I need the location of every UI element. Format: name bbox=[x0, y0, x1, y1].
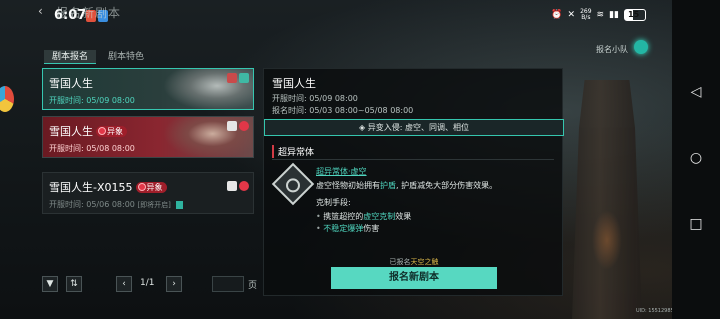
detail-signup-time: 报名时间: 05/03 08:00~05/08 08:00 bbox=[272, 106, 414, 115]
badge-icon bbox=[227, 181, 237, 191]
tab-script-features[interactable]: 剧本特色 bbox=[100, 50, 152, 64]
page-jump-input[interactable] bbox=[212, 276, 244, 292]
mutation-banner: ◈ 异变入侵: 虚空、同调、相位 bbox=[264, 119, 564, 136]
skill-name[interactable]: 超异常体·虚空 bbox=[316, 166, 367, 177]
badge-icon bbox=[227, 73, 237, 83]
signup-button[interactable]: 报名新剧本 bbox=[331, 267, 497, 289]
alarm-icon: ⏰ bbox=[551, 10, 563, 20]
tab-script-signup[interactable]: 剧本报名 bbox=[44, 50, 97, 64]
filter-icon[interactable]: ▼ bbox=[42, 276, 58, 292]
skill-description: 虚空怪物初始拥有护盾, 护盾减免大部分伤害效果。 bbox=[316, 181, 498, 190]
script-open-time: 开服时间: 05/06 08:00 [即将开启] bbox=[49, 199, 184, 210]
system-nav-bar: ◁ ○ □ bbox=[672, 0, 720, 319]
counter-item: 携篮超控的虚空克制效果 bbox=[316, 211, 411, 222]
battery-icon: 15 bbox=[624, 9, 646, 21]
script-detail-panel: 雪国人生 开服时间: 05/09 08:00 报名时间: 05/03 08:00… bbox=[263, 68, 564, 296]
uid-label: UID: 155129859 bbox=[636, 308, 677, 314]
card-badges bbox=[227, 121, 249, 131]
skill-void-icon bbox=[271, 162, 315, 206]
section-title: 超异常体 bbox=[272, 145, 314, 158]
page-unit: 页 bbox=[248, 281, 258, 291]
card-badges bbox=[227, 181, 249, 191]
card-badges bbox=[227, 73, 249, 83]
prev-page-icon[interactable]: ‹ bbox=[116, 276, 132, 292]
back-icon[interactable]: ‹ bbox=[38, 4, 52, 18]
sort-icon[interactable]: ⇅ bbox=[66, 276, 82, 292]
script-name: 雪国人生-X0155 异象 bbox=[49, 179, 167, 195]
signal-icon: ▮▮ bbox=[609, 10, 619, 20]
team-icon[interactable] bbox=[634, 40, 648, 54]
badge-icon bbox=[239, 73, 249, 83]
anomaly-tag: 异象 bbox=[135, 181, 167, 193]
mute-icon: ✕ bbox=[567, 10, 576, 20]
script-card[interactable]: 雪国人生 开服时间: 05/09 08:00 bbox=[42, 68, 254, 110]
system-recents-icon[interactable]: □ bbox=[688, 216, 704, 232]
signup-note: 已报名天空之触 bbox=[389, 258, 439, 266]
status-bar: 6:07 ‹ 报名新剧本 ⏰ ✕ 269 B/s ≋ ▮▮ 15 bbox=[0, 0, 670, 34]
page-title: 报名新剧本 bbox=[56, 6, 122, 20]
wifi-icon: ≋ bbox=[596, 10, 605, 20]
next-page-icon[interactable]: › bbox=[166, 276, 182, 292]
page-indicator: 1/1 bbox=[140, 278, 155, 288]
counter-item: 不稳定爆弹伤害 bbox=[316, 223, 379, 234]
script-card[interactable]: 雪国人生-X0155 异象 开服时间: 05/06 08:00 [即将开启] bbox=[42, 172, 254, 214]
background-tower bbox=[572, 80, 642, 319]
anomaly-icon bbox=[239, 121, 249, 131]
mutation-icon: ◈ bbox=[359, 123, 368, 132]
script-card[interactable]: 雪国人生 异象 开服时间: 05/08 08:00 bbox=[42, 116, 254, 158]
script-open-time: 开服时间: 05/09 08:00 bbox=[49, 96, 135, 105]
section-divider bbox=[272, 159, 554, 160]
lock-icon bbox=[176, 200, 184, 209]
network-speed: 269 B/s bbox=[580, 8, 592, 21]
counter-title: 克制手段: bbox=[316, 198, 351, 207]
anomaly-tag: 异象 bbox=[96, 125, 127, 137]
badge-icon bbox=[227, 121, 237, 131]
system-back-icon[interactable]: ◁ bbox=[688, 84, 704, 100]
team-label: 报名小队 bbox=[596, 45, 628, 54]
script-name: 雪国人生 异象 bbox=[49, 123, 127, 139]
tab-bar: 剧本报名 剧本特色 bbox=[44, 50, 152, 64]
system-indicators: ⏰ ✕ 269 B/s ≋ ▮▮ 15 bbox=[551, 9, 646, 21]
script-open-time: 开服时间: 05/08 08:00 bbox=[49, 144, 135, 153]
detail-title: 雪国人生 bbox=[272, 77, 316, 90]
anomaly-icon bbox=[239, 181, 249, 191]
script-name: 雪国人生 bbox=[49, 77, 93, 90]
detail-open-time: 开服时间: 05/09 08:00 bbox=[272, 94, 358, 103]
system-home-icon[interactable]: ○ bbox=[688, 150, 704, 166]
